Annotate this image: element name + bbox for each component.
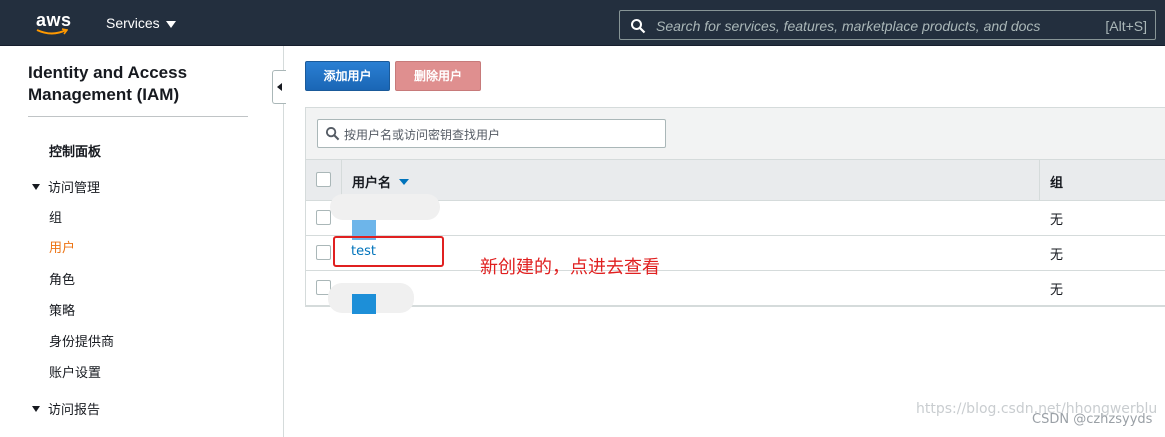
sidebar-divider xyxy=(28,116,248,117)
sidebar-item-dashboard[interactable]: 控制面板 xyxy=(49,141,101,160)
user-group-cell: 无 xyxy=(1050,248,1064,263)
delete-user-button[interactable]: 删除用户 xyxy=(395,61,481,91)
user-group-cell: 无 xyxy=(1050,213,1064,228)
triangle-left-icon xyxy=(277,83,282,91)
select-all-checkbox[interactable] xyxy=(316,172,331,187)
sidebar-item-users[interactable]: 用户 xyxy=(49,237,75,256)
sidebar-group-access-reports[interactable]: 访问报告 xyxy=(32,399,100,418)
sort-descending-icon xyxy=(399,178,410,185)
add-user-button[interactable]: 添加用户 xyxy=(305,61,390,91)
search-icon xyxy=(325,126,340,141)
sidebar: Identity and Access Management (IAM) 控制面… xyxy=(0,46,284,437)
services-menu[interactable]: Services xyxy=(106,15,176,31)
sidebar-item-roles[interactable]: 角色 xyxy=(49,269,75,288)
user-group-cell: 无 xyxy=(1050,283,1064,298)
sidebar-item-policies[interactable]: 策略 xyxy=(49,300,75,319)
redacted-avatar xyxy=(352,294,376,314)
smile-arrow-icon xyxy=(36,28,68,35)
annotation-text: 新创建的，点进去查看 xyxy=(480,257,660,278)
user-filter-input[interactable]: 按用户名或访问密钥查找用户 xyxy=(317,119,666,148)
row-checkbox[interactable] xyxy=(316,245,331,260)
sidebar-collapse-button[interactable] xyxy=(272,70,286,104)
csdn-credit: CSDN @czhzsyyds xyxy=(1032,412,1153,427)
sidebar-item-groups[interactable]: 组 xyxy=(49,207,62,226)
services-label: Services xyxy=(106,15,160,31)
search-shortcut-hint: [Alt+S] xyxy=(1105,18,1147,34)
sidebar-item-account-settings[interactable]: 账户设置 xyxy=(49,362,101,381)
table-filter-bar: 按用户名或访问密钥查找用户 xyxy=(306,108,1165,160)
row-checkbox[interactable] xyxy=(316,210,331,225)
triangle-down-icon xyxy=(32,405,40,412)
sidebar-group-label: 访问管理 xyxy=(48,181,101,196)
column-header-group[interactable]: 组 xyxy=(1050,172,1063,191)
column-divider xyxy=(1039,160,1040,201)
aws-logo[interactable]: aws xyxy=(30,8,80,38)
top-nav-bar: aws Services Search for services, featur… xyxy=(0,0,1165,46)
caret-down-icon xyxy=(165,20,176,28)
table-header: 用户名 组 xyxy=(306,160,1165,201)
table-row[interactable]: 无 xyxy=(306,271,1165,306)
sidebar-title[interactable]: Identity and Access Management (IAM) xyxy=(28,62,248,106)
search-icon xyxy=(631,19,646,34)
column-header-username[interactable]: 用户名 xyxy=(352,172,410,191)
sidebar-item-identity-providers[interactable]: 身份提供商 xyxy=(49,331,114,350)
search-placeholder: Search for services, features, marketpla… xyxy=(656,18,1041,34)
annotation-highlight-box xyxy=(333,236,444,267)
search-input[interactable]: Search for services, features, marketpla… xyxy=(619,10,1156,40)
column-header-label: 用户名 xyxy=(352,176,392,191)
sidebar-group-access-management[interactable]: 访问管理 xyxy=(32,177,100,196)
triangle-down-icon xyxy=(32,183,40,190)
filter-placeholder: 按用户名或访问密钥查找用户 xyxy=(344,128,501,142)
redaction-blur xyxy=(330,194,440,220)
sidebar-group-label: 访问报告 xyxy=(48,403,101,418)
